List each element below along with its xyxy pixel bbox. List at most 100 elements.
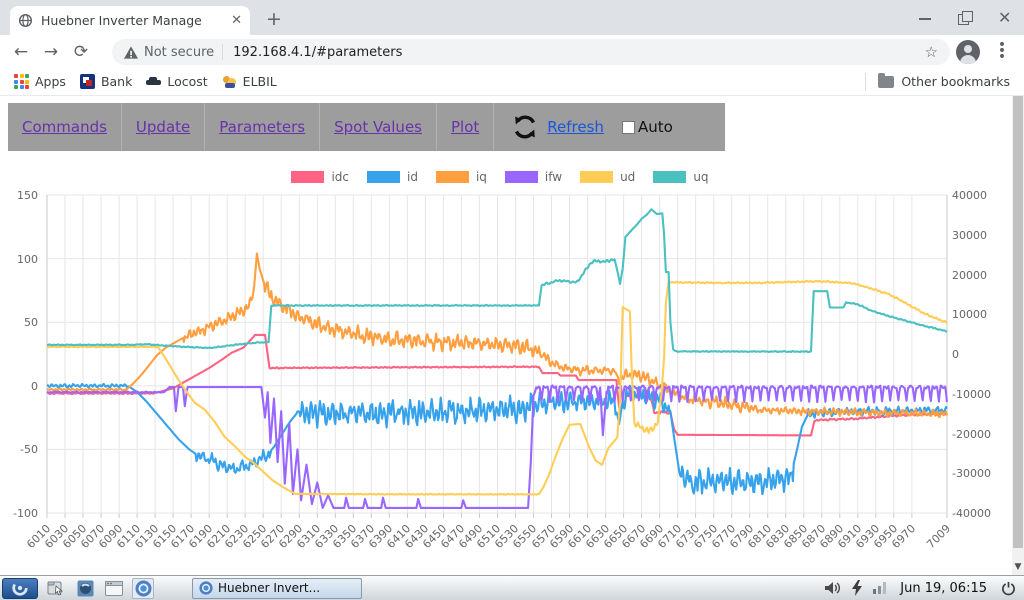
desktop-screen: Huebner Inverter Manage ✕ + ✕ ← → ⟳ Not … — [0, 0, 1024, 600]
y-axis-right-label: 20000 — [952, 269, 987, 282]
window-icon — [105, 581, 123, 596]
bookmark-label: ELBIL — [243, 74, 277, 89]
legend-label: idc — [331, 170, 349, 184]
power-status-icon[interactable] — [851, 580, 863, 596]
legend-item-ud[interactable]: ud — [580, 170, 635, 184]
globe-favicon-icon — [18, 13, 33, 28]
legend-item-ifw[interactable]: ifw — [505, 170, 562, 184]
new-tab-button[interactable]: + — [262, 8, 286, 32]
file-manager-launcher[interactable] — [45, 578, 67, 599]
bank-favicon-icon — [80, 74, 95, 89]
bookmark-label: Bank — [101, 74, 132, 89]
taskbar-window-title: Huebner Invert... — [218, 581, 320, 595]
security-label[interactable]: Not secure — [144, 45, 214, 60]
window-controls: ✕ — [918, 0, 1012, 35]
legend-item-id[interactable]: id — [367, 170, 418, 184]
bookmark-elbil[interactable]: ELBIL — [222, 74, 277, 89]
bookmark-label: Locost — [167, 74, 207, 89]
window-minimize-button[interactable] — [918, 11, 932, 25]
forward-button[interactable]: → — [36, 42, 66, 62]
chromium-icon — [135, 580, 152, 597]
refresh-icon[interactable] — [512, 114, 538, 140]
y-axis-right-label: -40000 — [952, 507, 991, 520]
bookmark-locost[interactable]: Locost — [146, 74, 207, 89]
legend-label: ifw — [545, 170, 562, 184]
taskbar-clock[interactable]: Jun 19, 06:15 — [900, 581, 987, 596]
start-menu-button[interactable] — [2, 578, 38, 599]
app-launcher-blue[interactable] — [74, 578, 96, 599]
y-axis-left-label: 100 — [0, 253, 38, 266]
legend-label: ud — [620, 170, 635, 184]
bookmark-apps[interactable]: Apps — [14, 74, 66, 89]
legend-swatch-uq — [653, 171, 686, 183]
bookmark-label: Apps — [35, 74, 66, 89]
legend-swatch-iq — [436, 171, 469, 183]
browser-menu-icon[interactable]: ••• — [996, 42, 1008, 60]
file-manager-icon — [47, 580, 65, 596]
browser-tab-strip: Huebner Inverter Manage ✕ + ✕ — [0, 0, 1024, 35]
legend-swatch-ud — [580, 171, 613, 183]
auto-checkbox[interactable] — [622, 121, 635, 134]
nav-link-update[interactable]: Update — [136, 118, 190, 136]
legend-item-idc[interactable]: idc — [291, 170, 349, 184]
bookmarks-bar: Apps Bank Locost ELBIL — [0, 68, 1024, 96]
nav-link-spot-values[interactable]: Spot Values — [334, 118, 422, 136]
folder-icon — [878, 76, 894, 88]
window-restore-button[interactable] — [958, 11, 972, 25]
legend-swatch-ifw — [505, 171, 538, 183]
power-button-icon[interactable] — [1001, 581, 1016, 596]
auto-checkbox-label: Auto — [638, 118, 673, 136]
legend-swatch-id — [367, 171, 400, 183]
bookmark-star-icon[interactable]: ☆ — [925, 43, 938, 61]
page-scrollbar[interactable]: ▼ — [1012, 96, 1024, 575]
legend-item-uq[interactable]: uq — [653, 170, 708, 184]
y-axis-left-label: 0 — [0, 380, 38, 393]
elbil-favicon-icon — [222, 74, 237, 89]
y-axis-right-label: 40000 — [952, 189, 987, 202]
system-tray: Jun 19, 06:15 — [824, 580, 1024, 596]
start-logo-icon — [11, 579, 29, 597]
address-bar[interactable]: Not secure 192.168.4.1/#parameters ☆ — [112, 39, 950, 65]
y-axis-right-label: -20000 — [952, 428, 991, 441]
profile-avatar[interactable] — [956, 40, 980, 64]
tab-title: Huebner Inverter Manage — [41, 13, 227, 28]
blue-app-icon — [77, 580, 94, 597]
nav-link-plot[interactable]: Plot — [451, 118, 479, 136]
refresh-link[interactable]: Refresh — [547, 118, 604, 136]
y-axis-left-label: 50 — [0, 316, 38, 329]
legend-swatch-idc — [291, 171, 324, 183]
chromium-icon — [199, 581, 213, 595]
y-axis-right-label: 30000 — [952, 229, 987, 242]
legend-item-iq[interactable]: iq — [436, 170, 487, 184]
back-button[interactable]: ← — [6, 42, 36, 62]
bookmarks-divider — [865, 73, 866, 91]
volume-icon[interactable] — [824, 581, 841, 595]
y-axis-right-label: -10000 — [952, 388, 991, 401]
taskbar-window-button[interactable]: Huebner Invert... — [192, 578, 362, 599]
scrollbar-down-arrow-icon[interactable]: ▼ — [1012, 562, 1024, 572]
nav-link-commands[interactable]: Commands — [22, 118, 107, 136]
desktop-pager-launcher[interactable] — [103, 578, 125, 599]
locost-favicon-icon — [146, 74, 161, 89]
x-axis-label: 7009 — [916, 522, 953, 559]
network-signal-icon[interactable] — [873, 582, 886, 594]
y-axis-right-label: 0 — [952, 348, 959, 361]
tab-close-icon[interactable]: ✕ — [231, 13, 242, 28]
nav-link-parameters[interactable]: Parameters — [219, 118, 305, 136]
web-page: Commands Update Parameters Spot Values P… — [0, 96, 1024, 575]
scrollbar-thumb[interactable] — [1013, 96, 1023, 548]
y-axis-left-label: -100 — [0, 507, 38, 520]
url-text[interactable]: 192.168.4.1/#parameters — [233, 45, 924, 60]
apps-grid-icon — [14, 74, 29, 89]
legend-label: id — [407, 170, 418, 184]
taskbar: Huebner Invert... Jun 19, 06:15 — [0, 575, 1024, 600]
legend-label: uq — [693, 170, 708, 184]
chromium-launcher[interactable] — [132, 578, 154, 599]
browser-toolbar: ← → ⟳ Not secure 192.168.4.1/#parameters… — [0, 35, 1024, 68]
window-close-button[interactable]: ✕ — [998, 11, 1012, 25]
browser-tab[interactable]: Huebner Inverter Manage ✕ — [10, 6, 250, 35]
reload-button[interactable]: ⟳ — [66, 42, 96, 62]
y-axis-right-label: -30000 — [952, 467, 991, 480]
bookmark-bank[interactable]: Bank — [80, 74, 132, 89]
other-bookmarks-button[interactable]: Other bookmarks — [878, 74, 1010, 89]
